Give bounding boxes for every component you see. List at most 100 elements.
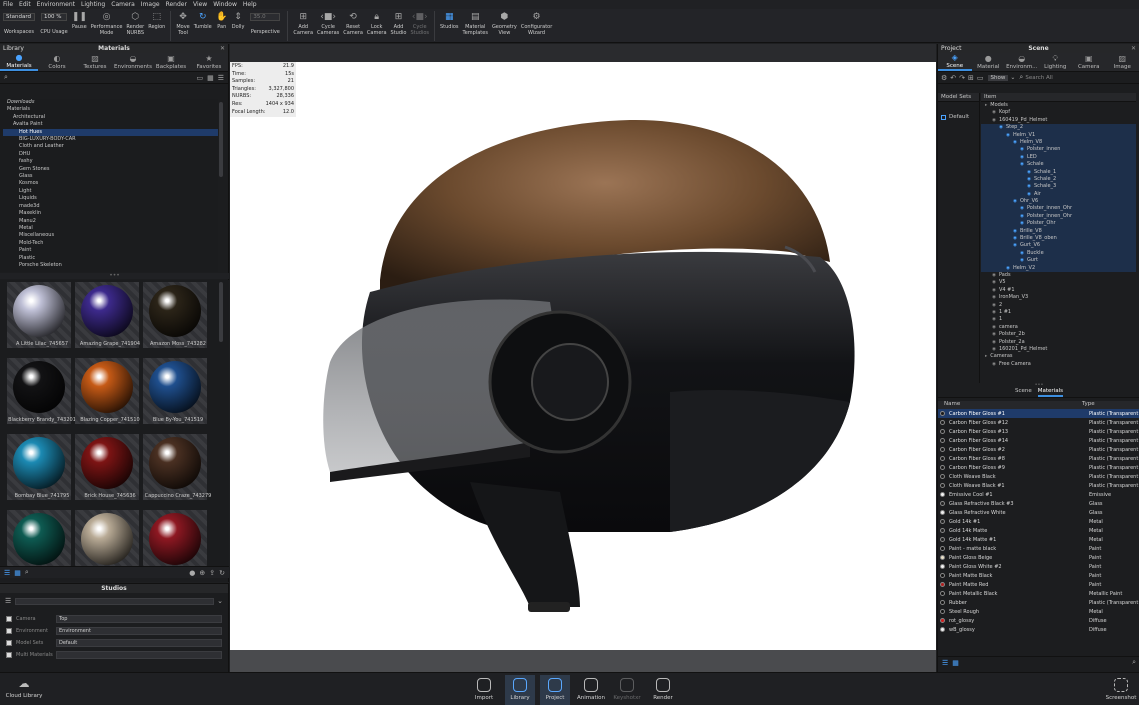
- grid-icon[interactable]: ▦: [207, 74, 214, 82]
- eye-icon[interactable]: ◉: [1013, 242, 1017, 249]
- material-templates-button[interactable]: ▤Material Templates: [461, 11, 490, 43]
- move-tool-button[interactable]: ✥Move Tool: [174, 11, 191, 43]
- redo-icon[interactable]: ↷: [959, 74, 965, 82]
- scene-tree-item[interactable]: ◉160419_Pd_Helmet: [981, 117, 1136, 124]
- scene-tree-item[interactable]: ◉Helm_V8: [981, 139, 1136, 146]
- material-row[interactable]: Cloth Weave Black #1Plastic (Transparent: [938, 481, 1139, 490]
- eye-icon[interactable]: ◉: [1006, 265, 1010, 272]
- scene-tree-item[interactable]: ◉Helm_V2: [981, 265, 1136, 272]
- show-button[interactable]: Show: [988, 75, 1009, 81]
- scene-tree-item[interactable]: ◉2: [981, 302, 1136, 309]
- material-swatch[interactable]: [7, 510, 71, 566]
- reset-camera-button[interactable]: ⟲Reset Camera: [341, 11, 365, 43]
- search-icon[interactable]: ⌕: [1019, 73, 1023, 82]
- upload-icon[interactable]: ⇪: [209, 569, 215, 577]
- name-column-header[interactable]: Name: [938, 401, 1082, 409]
- eye-icon[interactable]: ◉: [1013, 198, 1017, 205]
- undo-icon[interactable]: ↶: [950, 74, 956, 82]
- scene-tree-item[interactable]: ◉LED: [981, 154, 1136, 161]
- tab-environments[interactable]: ◒Environments: [114, 53, 152, 71]
- tab-image[interactable]: ▨Image: [1106, 53, 1139, 71]
- material-row[interactable]: Carbon Fiber Gloss #13Plastic (Transpare…: [938, 427, 1139, 436]
- folder-icon[interactable]: ▭: [196, 74, 203, 82]
- eye-icon[interactable]: ◉: [1013, 228, 1017, 235]
- tab-materials[interactable]: ●Materials: [0, 53, 38, 71]
- menu-item-help[interactable]: Help: [243, 1, 257, 8]
- search-icon[interactable]: ⌕: [1132, 658, 1136, 667]
- animation-button[interactable]: Animation: [576, 675, 606, 705]
- pan-button[interactable]: ✋Pan: [214, 11, 230, 43]
- eye-icon[interactable]: ◉: [1020, 146, 1024, 153]
- settings-icon[interactable]: ⚙: [941, 74, 947, 82]
- tree-item[interactable]: made3d: [3, 203, 218, 210]
- tree-item[interactable]: fashy: [3, 158, 218, 165]
- menu-item-render[interactable]: Render: [166, 1, 187, 8]
- material-row[interactable]: wB_glossyDiffuse: [938, 625, 1139, 634]
- material-swatch[interactable]: Amazon Moss_743282: [143, 282, 207, 348]
- tree-item[interactable]: Materials: [3, 106, 218, 113]
- region-button[interactable]: ⬚Region: [146, 11, 167, 43]
- material-swatch[interactable]: Blazing Copper_741510: [75, 358, 139, 424]
- scene-tree-item[interactable]: ◉V5: [981, 279, 1136, 286]
- pause-button[interactable]: ❚❚Pause: [70, 11, 89, 43]
- subtab-scene[interactable]: Scene: [1015, 388, 1032, 397]
- scene-tree-item[interactable]: ◉Polster_innen_Ohr: [981, 213, 1136, 220]
- cloud-library-button[interactable]: ☁ Cloud Library: [4, 675, 44, 705]
- scene-tree-item[interactable]: ◉Gurt: [981, 257, 1136, 264]
- viewport[interactable]: FPS:21.9Time:15sSamples:21Triangles:3,32…: [230, 44, 936, 672]
- menu-item-window[interactable]: Window: [213, 1, 237, 8]
- material-row[interactable]: Paint Metallic BlackMetallic Paint: [938, 589, 1139, 598]
- add-camera-button[interactable]: ⊞Add Camera: [291, 11, 315, 43]
- eye-icon[interactable]: ◉: [1027, 169, 1031, 176]
- eye-icon[interactable]: ◉: [992, 287, 996, 294]
- tab-environm[interactable]: ◒Environm...: [1005, 53, 1039, 71]
- material-row[interactable]: Glass Refractive WhiteGlass: [938, 508, 1139, 517]
- expand-icon[interactable]: ⊞: [968, 74, 974, 82]
- material-row[interactable]: Carbon Fiber Gloss #9Plastic (Transparen…: [938, 463, 1139, 472]
- scene-tree-item[interactable]: ▸Models: [981, 102, 1136, 109]
- scene-tree-item[interactable]: ◉Pads: [981, 272, 1136, 279]
- search-icon[interactable]: ⌕: [4, 73, 8, 82]
- eye-icon[interactable]: ◉: [992, 272, 996, 279]
- list-view-icon[interactable]: ☰: [942, 659, 948, 667]
- tree-item[interactable]: Glass: [3, 173, 218, 180]
- tumble-button[interactable]: ↻Tumble: [192, 11, 214, 43]
- eye-icon[interactable]: ◉: [1020, 220, 1024, 227]
- chevron-down-icon[interactable]: ⌄: [217, 597, 223, 605]
- tree-item[interactable]: DHU: [3, 151, 218, 158]
- scene-tree-item[interactable]: ◉camera: [981, 324, 1136, 331]
- render-canvas[interactable]: [230, 62, 936, 650]
- folder-icon[interactable]: ▭: [977, 74, 984, 82]
- scene-tree-item[interactable]: ◉1 #1: [981, 309, 1136, 316]
- eye-icon[interactable]: ◉: [1027, 176, 1031, 183]
- tree-item[interactable]: Metal: [3, 225, 218, 232]
- dropdown-chevron-icon[interactable]: ⌄: [1010, 74, 1015, 81]
- scene-tree-item[interactable]: ◉V4 #1: [981, 287, 1136, 294]
- dolly-button[interactable]: ⇕Dolly: [230, 11, 247, 43]
- tree-item[interactable]: BIG-LUXURY-BODY-CAR: [3, 136, 218, 143]
- studios-select[interactable]: [15, 598, 214, 605]
- scene-tree-item[interactable]: ◉Ohr_V6: [981, 198, 1136, 205]
- tree-item[interactable]: Liquids: [3, 195, 218, 202]
- eye-icon[interactable]: ◉: [992, 279, 996, 286]
- checkbox[interactable]: [941, 115, 946, 120]
- studio-row-field[interactable]: Top: [56, 615, 222, 623]
- material-row[interactable]: RubberPlastic (Transparent: [938, 598, 1139, 607]
- zoom-slider-icon[interactable]: ●: [189, 569, 195, 577]
- studio-row-field[interactable]: Default: [56, 639, 222, 647]
- material-row[interactable]: Steel RoughMetal: [938, 607, 1139, 616]
- scene-tree-item[interactable]: ◉Brille_V8: [981, 228, 1136, 235]
- studios-button[interactable]: ▦Studios: [438, 11, 461, 43]
- menu-item-image[interactable]: Image: [141, 1, 160, 8]
- scene-tree-item[interactable]: ◉Free Camera: [981, 361, 1136, 368]
- search-icon[interactable]: ⌕: [25, 568, 29, 577]
- tree-item[interactable]: Paint: [3, 247, 218, 254]
- menu-item-file[interactable]: File: [3, 1, 13, 8]
- perspective-group[interactable]: 35.0 Perspective: [246, 11, 284, 43]
- add-icon[interactable]: ⊕: [199, 569, 205, 577]
- splitter[interactable]: •••: [0, 273, 229, 279]
- cycle-cameras-button[interactable]: ‹■›Cycle Cameras: [315, 11, 341, 43]
- eye-icon[interactable]: ◉: [1020, 257, 1024, 264]
- scene-tree-item[interactable]: ◉Schale_2: [981, 176, 1136, 183]
- scene-tree-item[interactable]: ◉Kopf: [981, 109, 1136, 116]
